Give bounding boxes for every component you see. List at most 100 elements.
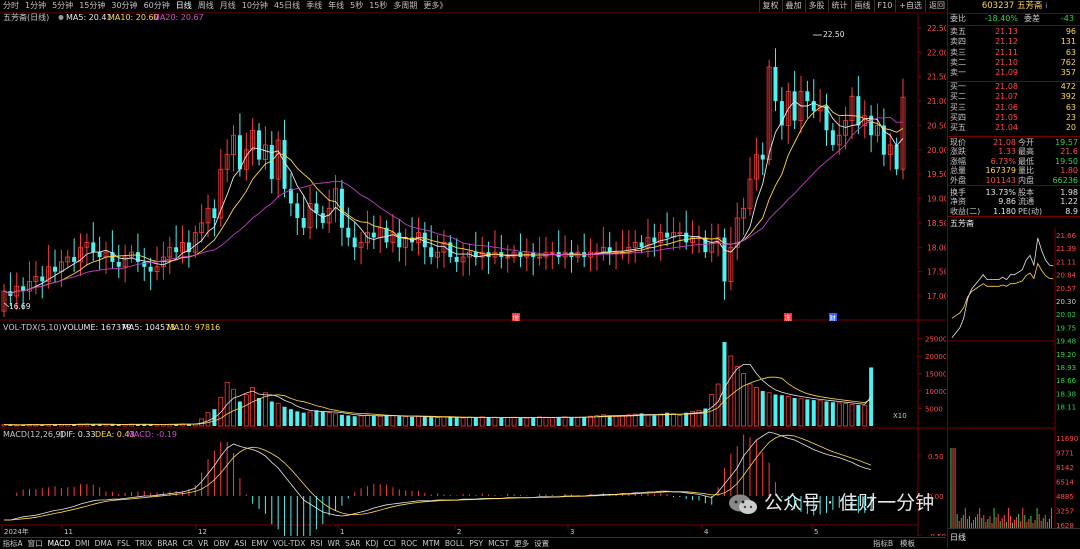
indicator-tab-10[interactable]: OBV <box>211 538 232 549</box>
ma5-legend: MA5: 20.41 <box>66 13 112 22</box>
period-16[interactable]: 更多》 <box>420 0 450 12</box>
period-0[interactable]: 分时 <box>0 0 22 12</box>
volume-bar <box>684 412 689 426</box>
candle-body <box>301 218 306 228</box>
volume-bar <box>397 416 402 426</box>
period-4[interactable]: 30分钟 <box>108 0 140 12</box>
indicator-tab-8[interactable]: CR <box>180 538 195 549</box>
indicator-tab-25[interactable]: 设置 <box>532 538 552 549</box>
mini-price-tick-4: 20.57 <box>1056 285 1076 293</box>
price-tick-11: 17.00 <box>927 292 946 301</box>
indicator-tab-9[interactable]: VR <box>196 538 211 549</box>
volume-bar <box>346 415 351 426</box>
volume-bar <box>869 367 874 426</box>
template-button[interactable]: 模板 <box>900 538 915 549</box>
period-2[interactable]: 5分钟 <box>49 0 76 12</box>
volume-bar <box>237 401 242 426</box>
tool-1[interactable]: 叠加 <box>781 0 805 12</box>
indicator-tab-23[interactable]: MCST <box>486 538 512 549</box>
indicator-tab-7[interactable]: BRAR <box>155 538 180 549</box>
volume-bar <box>110 424 115 426</box>
mini-vol-tick-0: 11690 <box>1056 435 1078 443</box>
date-tick-7: 5 <box>814 528 818 536</box>
date-tick-0: 2024年 <box>4 527 29 536</box>
tool-3[interactable]: 统计 <box>827 0 851 12</box>
tool-5[interactable]: F10 <box>873 0 896 12</box>
period-7[interactable]: 周线 <box>195 0 217 12</box>
kline-chart[interactable]: 22.5022.0021.5021.0020.5020.0019.5019.00… <box>0 13 946 536</box>
indicator-tab-16[interactable]: SAR <box>343 538 363 549</box>
indicator-tab-1[interactable]: 窗口 <box>25 538 45 549</box>
stock-code-header[interactable]: 603237 五芳斋 i <box>948 0 1080 14</box>
period-9[interactable]: 10分钟 <box>239 0 271 12</box>
tool-6[interactable]: +自选 <box>895 0 925 12</box>
tool-4[interactable]: 画线 <box>850 0 874 12</box>
indicator-tab-6[interactable]: TRIX <box>133 538 155 549</box>
quote-row-0: 现价 21.08 今开 19.57 <box>950 138 1078 147</box>
indicator-tab-3[interactable]: DMI <box>73 538 92 549</box>
price-tick-9: 18.00 <box>927 243 946 252</box>
mini-vol-tick-5: 3257 <box>1056 508 1074 516</box>
low-annotation: 16.69 <box>9 302 31 311</box>
ask-row-4: 卖一 21.09 357 <box>950 68 1076 78</box>
indicator-tab-0[interactable]: 指标A <box>0 538 25 549</box>
period-1[interactable]: 1分钟 <box>22 0 49 12</box>
quote-row-2: 涨幅 6.73% 最低 19.50 <box>950 156 1078 166</box>
period-3[interactable]: 15分钟 <box>76 0 108 12</box>
candle-body <box>91 242 96 253</box>
intraday-mini-chart[interactable]: 21.66 21.39 21.11 20.84 20.57 20.30 20.02 19.75… <box>948 228 1080 538</box>
indicator-tab-18[interactable]: CCI <box>381 538 399 549</box>
volume-unit: X10 <box>893 412 907 420</box>
volume-bar <box>811 400 816 426</box>
price-tick-5: 20.00 <box>927 146 946 155</box>
indicator-tab-22[interactable]: PSY <box>467 538 486 549</box>
price-tick-0: 22.50 <box>927 24 946 33</box>
indicator-tab-15[interactable]: WR <box>325 538 343 549</box>
bid-row-1: 买二 21.07 392 <box>950 92 1076 102</box>
candle-body <box>805 91 810 102</box>
info-icon[interactable]: i <box>1045 2 1047 10</box>
period-12[interactable]: 年线 <box>325 0 347 12</box>
period-6[interactable]: 日线 <box>173 0 195 12</box>
period-15[interactable]: 多周期 <box>390 0 420 12</box>
period-5[interactable]: 60分钟 <box>141 0 173 12</box>
tool-2[interactable]: 多股 <box>804 0 828 12</box>
bid-row-2: 买三 21.06 63 <box>950 102 1076 112</box>
indicator-tab-14[interactable]: RSI <box>308 538 325 549</box>
svg-text:冻: 冻 <box>785 313 792 322</box>
mini-price-tick-7: 19.75 <box>1056 324 1076 332</box>
period-14[interactable]: 15秒 <box>366 0 390 12</box>
volume-bar <box>352 416 357 426</box>
quote2-row-2: 收益(二) 1.180 PE(动) 8.9 <box>950 206 1078 216</box>
indicator-tab-24[interactable]: 更多 <box>512 538 532 549</box>
candle-body <box>792 91 797 121</box>
indicator-tab-17[interactable]: KDJ <box>363 538 381 549</box>
period-8[interactable]: 月线 <box>217 0 239 12</box>
candle-body <box>346 227 351 238</box>
period-11[interactable]: 季线 <box>303 0 325 12</box>
indicator-tab-12[interactable]: EMV <box>249 538 270 549</box>
indicator-tab-20[interactable]: MTM <box>420 538 443 549</box>
date-tick-5: 3 <box>570 528 574 536</box>
tool-7[interactable]: 返回 <box>925 0 948 12</box>
period-10[interactable]: 45日线 <box>271 0 303 12</box>
indicator-b-button[interactable]: 指标B <box>873 538 893 549</box>
indicator-tab-2[interactable]: MACD <box>45 538 72 549</box>
indicator-tab-5[interactable]: FSL <box>114 538 132 549</box>
volume-bar <box>652 415 657 426</box>
volume-bar <box>269 401 274 426</box>
mini-price-tick-8: 19.48 <box>1056 338 1076 346</box>
indicator-tab-11[interactable]: ASI <box>232 538 249 549</box>
vol-tick-0: 25000 <box>925 336 946 344</box>
indicator-tab-13[interactable]: VOL-TDX <box>270 538 307 549</box>
ask-row-1: 卖四 21.12 131 <box>950 37 1076 47</box>
period-13[interactable]: 5秒 <box>347 0 366 12</box>
indicator-tab-19[interactable]: ROC <box>399 538 420 549</box>
indicator-tab-21[interactable]: BOLL <box>442 538 466 549</box>
indicator-tab-4[interactable]: DMA <box>92 538 114 549</box>
tool-0[interactable]: 复权 <box>758 0 782 12</box>
candle-body <box>639 242 644 248</box>
mini-price-tick-9: 19.20 <box>1056 351 1076 359</box>
mini-vol-tick-4: 4885 <box>1056 493 1074 501</box>
panel-tab-daily[interactable]: 日线 <box>950 532 966 543</box>
